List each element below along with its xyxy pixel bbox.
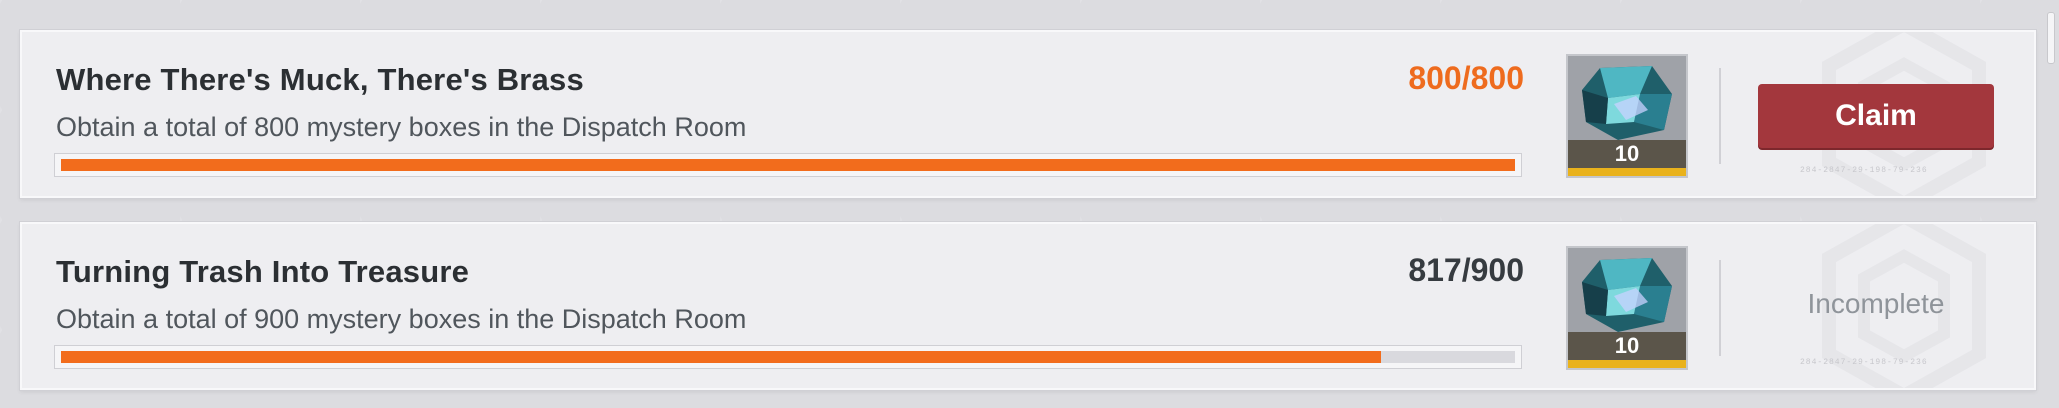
reward-rarity-strip [1568,168,1686,176]
achievement-title: Turning Trash Into Treasure [56,254,470,289]
card-serial-code: 284-2847-29-198-79-236 [1800,358,1928,367]
progress-bar [54,345,1522,369]
scrollbar[interactable] [2047,0,2057,408]
scrollbar-thumb[interactable] [2047,12,2055,64]
achievement-card: Turning Trash Into Treasure Obtain a tot… [20,222,2036,390]
progress-bar-fill [61,159,1515,171]
achievement-progress-count: 817/900 [1408,252,1524,288]
achievement-progress-count: 800/800 [1408,60,1524,96]
reward-item[interactable]: 10 [1566,54,1688,178]
progress-bar-fill [61,351,1381,363]
progress-bar [54,153,1522,177]
achievement-card: Where There's Muck, There's Brass Obtain… [20,30,2036,198]
reward-quantity: 10 [1568,140,1686,168]
achievement-description: Obtain a total of 900 mystery boxes in t… [56,304,747,334]
reward-quantity: 10 [1568,332,1686,360]
reward-rarity-strip [1568,360,1686,368]
divider [1719,68,1721,164]
claim-button[interactable]: Claim [1758,84,1994,148]
divider [1719,260,1721,356]
progress-bar-track [61,351,1515,363]
card-serial-code: 284-2847-29-198-79-236 [1800,166,1928,175]
achievement-title: Where There's Muck, There's Brass [56,62,584,97]
crystal-gem-icon [1582,258,1672,332]
crystal-gem-icon [1582,66,1672,140]
achievement-description: Obtain a total of 800 mystery boxes in t… [56,112,747,142]
reward-item[interactable]: 10 [1566,246,1688,370]
progress-bar-track [61,159,1515,171]
incomplete-status: Incomplete [1807,288,1945,319]
